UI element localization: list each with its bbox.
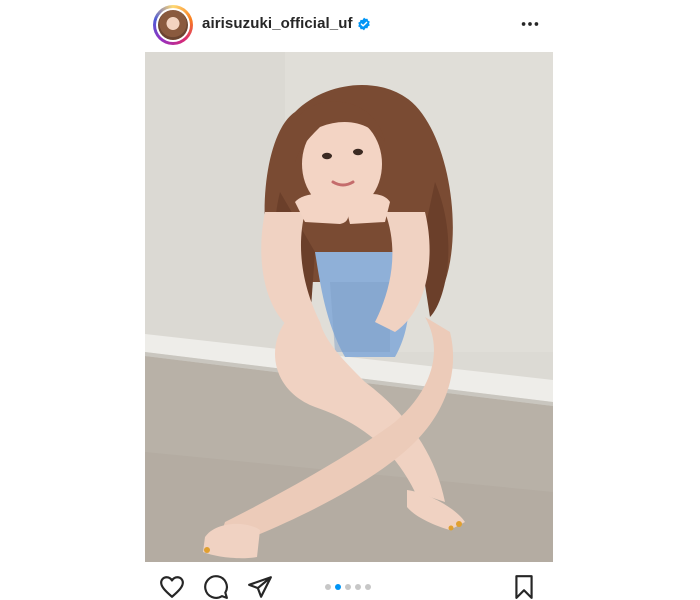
verified-badge-icon [358, 17, 370, 31]
carousel-dot [345, 584, 351, 590]
username[interactable]: airisuzuki_official_uf [202, 15, 353, 32]
heart-icon[interactable] [159, 574, 185, 600]
more-options-icon[interactable] [519, 13, 541, 35]
post-actions [145, 562, 553, 600]
carousel-dot-active [335, 584, 341, 590]
bookmark-icon[interactable] [511, 574, 537, 600]
carousel-dot [365, 584, 371, 590]
carousel-indicator [325, 584, 371, 590]
carousel-dot [355, 584, 361, 590]
post-photo[interactable] [145, 52, 553, 562]
avatar-image [158, 10, 188, 40]
comment-icon[interactable] [203, 574, 229, 600]
carousel-dot [325, 584, 331, 590]
photo-illustration [145, 52, 553, 562]
avatar[interactable] [153, 5, 193, 45]
post-header: airisuzuki_official_uf [145, 0, 553, 52]
paper-plane-icon[interactable] [247, 574, 273, 600]
instagram-post: airisuzuki_official_uf [145, 0, 553, 600]
